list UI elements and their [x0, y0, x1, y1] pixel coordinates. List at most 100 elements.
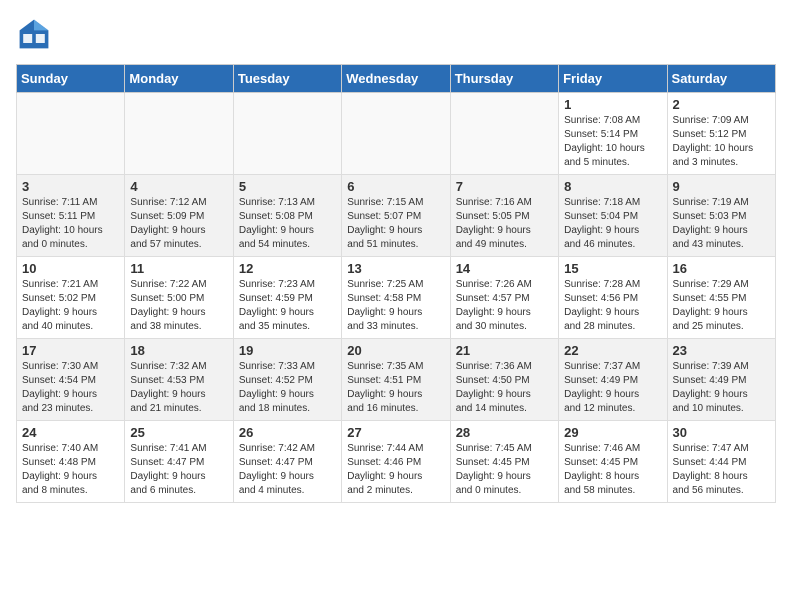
day-info: Sunrise: 7:32 AM Sunset: 4:53 PM Dayligh…	[130, 360, 227, 416]
day-number: 28	[456, 425, 553, 440]
day-info: Sunrise: 7:25 AM Sunset: 4:58 PM Dayligh…	[347, 278, 444, 334]
day-cell: 27 Sunrise: 7:44 AM Sunset: 4:46 PM Dayli…	[342, 421, 450, 503]
day-number: 27	[347, 425, 444, 440]
day-cell: 12 Sunrise: 7:23 AM Sunset: 4:59 PM Dayli…	[233, 257, 341, 339]
day-cell: 18 Sunrise: 7:32 AM Sunset: 4:53 PM Dayli…	[125, 339, 233, 421]
day-info: Sunrise: 7:47 AM Sunset: 4:44 PM Dayligh…	[673, 442, 770, 498]
logo-icon	[16, 16, 52, 52]
day-number: 8	[564, 179, 661, 194]
day-number: 14	[456, 261, 553, 276]
day-number: 9	[673, 179, 770, 194]
day-number: 20	[347, 343, 444, 358]
day-cell	[450, 93, 558, 175]
day-cell: 25 Sunrise: 7:41 AM Sunset: 4:47 PM Dayli…	[125, 421, 233, 503]
header-cell-tuesday: Tuesday	[233, 65, 341, 93]
day-cell	[342, 93, 450, 175]
day-info: Sunrise: 7:21 AM Sunset: 5:02 PM Dayligh…	[22, 278, 119, 334]
week-row-1: 1 Sunrise: 7:08 AM Sunset: 5:14 PM Daylig…	[17, 93, 776, 175]
day-number: 19	[239, 343, 336, 358]
day-info: Sunrise: 7:09 AM Sunset: 5:12 PM Dayligh…	[673, 114, 770, 170]
day-number: 6	[347, 179, 444, 194]
day-number: 16	[673, 261, 770, 276]
day-number: 18	[130, 343, 227, 358]
day-info: Sunrise: 7:45 AM Sunset: 4:45 PM Dayligh…	[456, 442, 553, 498]
page-header	[16, 16, 776, 52]
day-info: Sunrise: 7:37 AM Sunset: 4:49 PM Dayligh…	[564, 360, 661, 416]
day-cell: 7 Sunrise: 7:16 AM Sunset: 5:05 PM Daylig…	[450, 175, 558, 257]
day-cell: 5 Sunrise: 7:13 AM Sunset: 5:08 PM Daylig…	[233, 175, 341, 257]
calendar-table: SundayMondayTuesdayWednesdayThursdayFrid…	[16, 64, 776, 503]
day-cell: 10 Sunrise: 7:21 AM Sunset: 5:02 PM Dayli…	[17, 257, 125, 339]
day-number: 7	[456, 179, 553, 194]
day-info: Sunrise: 7:13 AM Sunset: 5:08 PM Dayligh…	[239, 196, 336, 252]
day-number: 29	[564, 425, 661, 440]
header-row: SundayMondayTuesdayWednesdayThursdayFrid…	[17, 65, 776, 93]
day-cell: 21 Sunrise: 7:36 AM Sunset: 4:50 PM Dayli…	[450, 339, 558, 421]
day-info: Sunrise: 7:36 AM Sunset: 4:50 PM Dayligh…	[456, 360, 553, 416]
day-cell: 2 Sunrise: 7:09 AM Sunset: 5:12 PM Daylig…	[667, 93, 775, 175]
day-info: Sunrise: 7:18 AM Sunset: 5:04 PM Dayligh…	[564, 196, 661, 252]
day-cell: 23 Sunrise: 7:39 AM Sunset: 4:49 PM Dayli…	[667, 339, 775, 421]
day-cell: 29Sunrise: 7:46 AM Sunset: 4:45 PM Dayli…	[559, 421, 667, 503]
header-cell-friday: Friday	[559, 65, 667, 93]
day-cell	[233, 93, 341, 175]
day-cell: 28 Sunrise: 7:45 AM Sunset: 4:45 PM Dayli…	[450, 421, 558, 503]
week-row-5: 24 Sunrise: 7:40 AM Sunset: 4:48 PM Dayli…	[17, 421, 776, 503]
day-number: 12	[239, 261, 336, 276]
logo	[16, 16, 56, 52]
week-row-3: 10 Sunrise: 7:21 AM Sunset: 5:02 PM Dayli…	[17, 257, 776, 339]
day-cell: 24 Sunrise: 7:40 AM Sunset: 4:48 PM Dayli…	[17, 421, 125, 503]
day-cell: 9 Sunrise: 7:19 AM Sunset: 5:03 PM Daylig…	[667, 175, 775, 257]
day-number: 4	[130, 179, 227, 194]
day-info: Sunrise: 7:28 AM Sunset: 4:56 PM Dayligh…	[564, 278, 661, 334]
day-info: Sunrise: 7:23 AM Sunset: 4:59 PM Dayligh…	[239, 278, 336, 334]
day-info: Sunrise: 7:42 AM Sunset: 4:47 PM Dayligh…	[239, 442, 336, 498]
day-cell: 16 Sunrise: 7:29 AM Sunset: 4:55 PM Dayli…	[667, 257, 775, 339]
day-info: Sunrise: 7:33 AM Sunset: 4:52 PM Dayligh…	[239, 360, 336, 416]
day-cell: 19 Sunrise: 7:33 AM Sunset: 4:52 PM Dayli…	[233, 339, 341, 421]
header-cell-monday: Monday	[125, 65, 233, 93]
day-info: Sunrise: 7:19 AM Sunset: 5:03 PM Dayligh…	[673, 196, 770, 252]
day-cell: 3 Sunrise: 7:11 AM Sunset: 5:11 PM Daylig…	[17, 175, 125, 257]
day-info: Sunrise: 7:29 AM Sunset: 4:55 PM Dayligh…	[673, 278, 770, 334]
day-cell: 30 Sunrise: 7:47 AM Sunset: 4:44 PM Dayli…	[667, 421, 775, 503]
day-number: 11	[130, 261, 227, 276]
day-info: Sunrise: 7:11 AM Sunset: 5:11 PM Dayligh…	[22, 196, 119, 252]
day-number: 23	[673, 343, 770, 358]
day-info: Sunrise: 7:16 AM Sunset: 5:05 PM Dayligh…	[456, 196, 553, 252]
day-cell: 17Sunrise: 7:30 AM Sunset: 4:54 PM Dayli…	[17, 339, 125, 421]
day-number: 30	[673, 425, 770, 440]
header-cell-saturday: Saturday	[667, 65, 775, 93]
day-info: Sunrise: 7:12 AM Sunset: 5:09 PM Dayligh…	[130, 196, 227, 252]
week-row-4: 17Sunrise: 7:30 AM Sunset: 4:54 PM Dayli…	[17, 339, 776, 421]
day-cell	[125, 93, 233, 175]
day-number: 17	[22, 343, 119, 358]
header-cell-wednesday: Wednesday	[342, 65, 450, 93]
day-number: 10	[22, 261, 119, 276]
day-number: 1	[564, 97, 661, 112]
day-number: 22	[564, 343, 661, 358]
day-number: 21	[456, 343, 553, 358]
day-info: Sunrise: 7:26 AM Sunset: 4:57 PM Dayligh…	[456, 278, 553, 334]
day-info: Sunrise: 7:08 AM Sunset: 5:14 PM Dayligh…	[564, 114, 661, 170]
day-info: Sunrise: 7:41 AM Sunset: 4:47 PM Dayligh…	[130, 442, 227, 498]
day-info: Sunrise: 7:44 AM Sunset: 4:46 PM Dayligh…	[347, 442, 444, 498]
day-cell: 6Sunrise: 7:15 AM Sunset: 5:07 PM Daylig…	[342, 175, 450, 257]
header-cell-sunday: Sunday	[17, 65, 125, 93]
day-number: 2	[673, 97, 770, 112]
day-cell: 4 Sunrise: 7:12 AM Sunset: 5:09 PM Daylig…	[125, 175, 233, 257]
day-info: Sunrise: 7:40 AM Sunset: 4:48 PM Dayligh…	[22, 442, 119, 498]
day-number: 25	[130, 425, 227, 440]
day-number: 15	[564, 261, 661, 276]
day-info: Sunrise: 7:39 AM Sunset: 4:49 PM Dayligh…	[673, 360, 770, 416]
day-number: 24	[22, 425, 119, 440]
day-number: 5	[239, 179, 336, 194]
day-number: 3	[22, 179, 119, 194]
day-cell: 11Sunrise: 7:22 AM Sunset: 5:00 PM Dayli…	[125, 257, 233, 339]
day-cell: 15 Sunrise: 7:28 AM Sunset: 4:56 PM Dayli…	[559, 257, 667, 339]
day-cell: 13Sunrise: 7:25 AM Sunset: 4:58 PM Dayli…	[342, 257, 450, 339]
day-info: Sunrise: 7:35 AM Sunset: 4:51 PM Dayligh…	[347, 360, 444, 416]
day-cell: 26Sunrise: 7:42 AM Sunset: 4:47 PM Dayli…	[233, 421, 341, 503]
week-row-2: 3 Sunrise: 7:11 AM Sunset: 5:11 PM Daylig…	[17, 175, 776, 257]
day-cell: 20 Sunrise: 7:35 AM Sunset: 4:51 PM Dayli…	[342, 339, 450, 421]
